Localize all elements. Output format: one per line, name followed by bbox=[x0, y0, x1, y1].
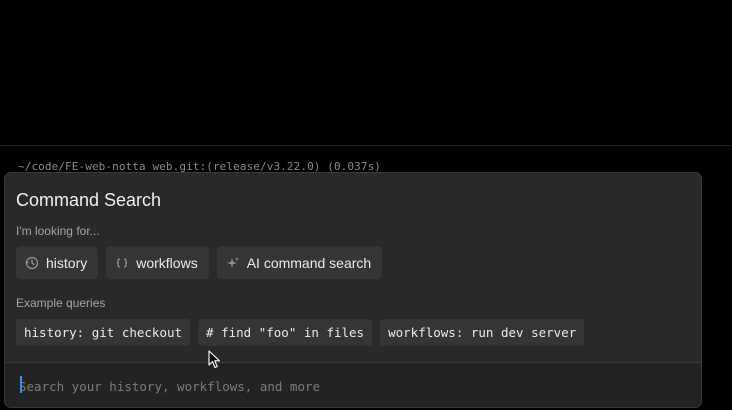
history-filter-label: history bbox=[46, 254, 88, 271]
filter-chip-row: history workflows AI command search bbox=[16, 246, 383, 279]
block-divider bbox=[0, 145, 732, 146]
example-queries-label: Example queries bbox=[16, 296, 106, 310]
ai-command-search-filter-label: AI command search bbox=[246, 254, 372, 271]
ai-command-search-filter-button[interactable]: AI command search bbox=[216, 246, 383, 279]
example-query-find-foo[interactable]: # find "foo" in files bbox=[198, 319, 373, 346]
panel-title: Command Search bbox=[16, 190, 162, 210]
looking-for-label: I'm looking for... bbox=[16, 224, 100, 238]
command-search-panel: Command Search I'm looking for... histor… bbox=[4, 172, 702, 408]
text-caret bbox=[20, 376, 22, 393]
workflows-filter-button[interactable]: workflows bbox=[106, 246, 209, 279]
example-query-row: history: git checkout # find "foo" in fi… bbox=[16, 319, 585, 346]
example-query-history-git-checkout[interactable]: history: git checkout bbox=[16, 319, 191, 346]
example-query-workflows-dev-server[interactable]: workflows: run dev server bbox=[380, 319, 585, 346]
workflows-filter-label: workflows bbox=[136, 254, 198, 271]
mouse-pointer-icon bbox=[208, 350, 221, 369]
command-search-input[interactable] bbox=[19, 375, 679, 397]
ai-sparkle-icon bbox=[226, 256, 240, 270]
history-clock-icon bbox=[25, 256, 39, 270]
search-bar bbox=[5, 362, 701, 407]
workflow-braces-icon bbox=[115, 256, 129, 270]
history-filter-button[interactable]: history bbox=[16, 246, 99, 279]
